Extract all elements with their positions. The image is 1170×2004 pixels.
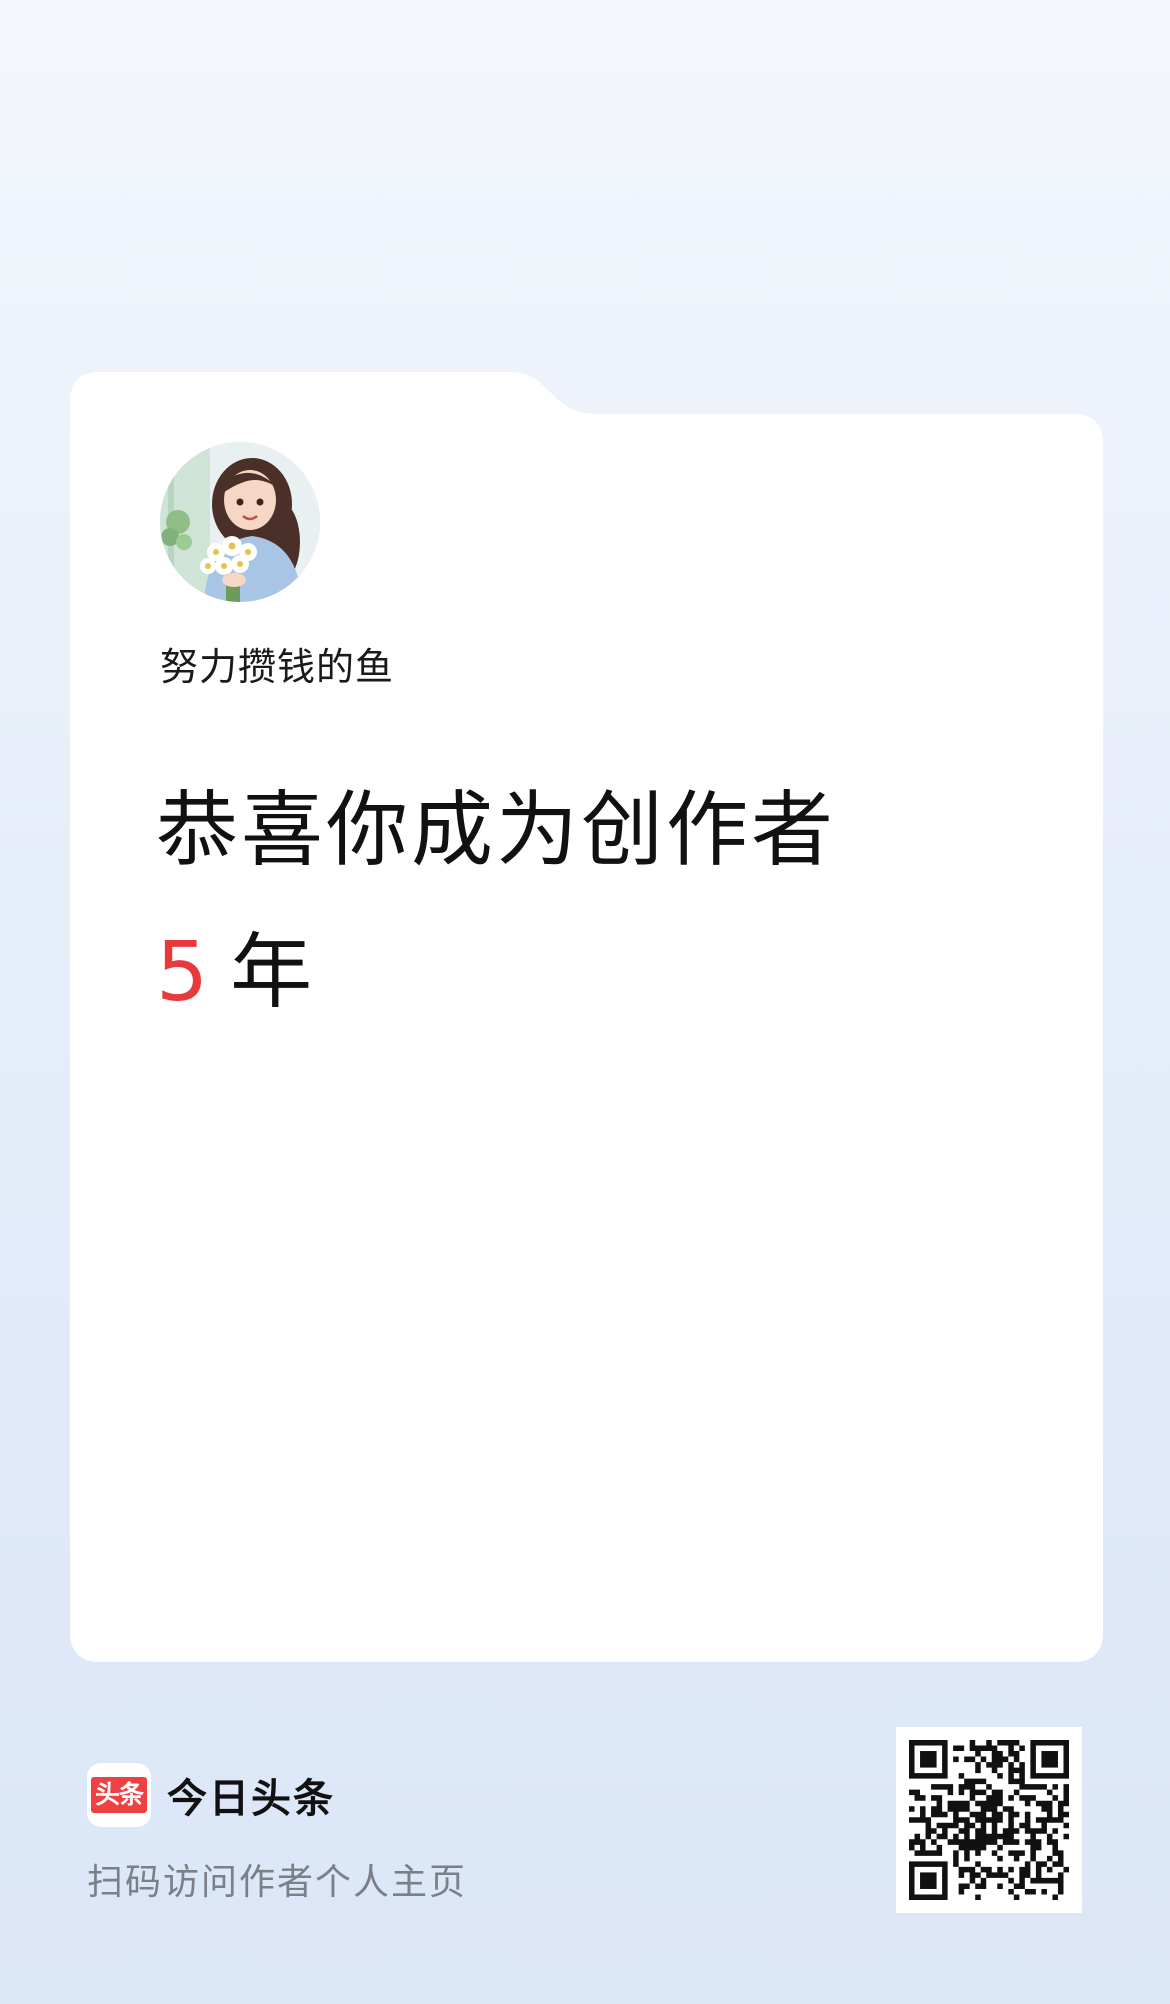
toutiao-logo-icon: 头条 xyxy=(87,1763,151,1827)
brand-logo-text: 头条 xyxy=(90,1777,147,1813)
qr-finder-pattern xyxy=(909,1740,948,1779)
brand-row: 头条 今日头条 xyxy=(87,1763,335,1827)
qr-finder-pattern xyxy=(909,1861,948,1900)
qr-code-image xyxy=(909,1740,1069,1900)
achievement-card: 努力攒钱的鱼 恭喜你成为创作者 5年 xyxy=(70,372,1103,1662)
years-unit: 年 xyxy=(230,925,313,1020)
qr-finder-pattern xyxy=(1030,1740,1069,1779)
avatar-image xyxy=(160,442,320,602)
username: 努力攒钱的鱼 xyxy=(160,645,395,689)
years-line: 5年 xyxy=(156,932,312,1014)
qr-code[interactable] xyxy=(896,1727,1082,1913)
years-count: 5 xyxy=(156,925,209,1020)
headline-title: 恭喜你成为创作者 xyxy=(156,783,837,878)
brand-name: 今日头条 xyxy=(167,1776,335,1822)
avatar[interactable] xyxy=(160,442,320,602)
scan-caption: 扫码访问作者个人主页 xyxy=(87,1862,468,1903)
